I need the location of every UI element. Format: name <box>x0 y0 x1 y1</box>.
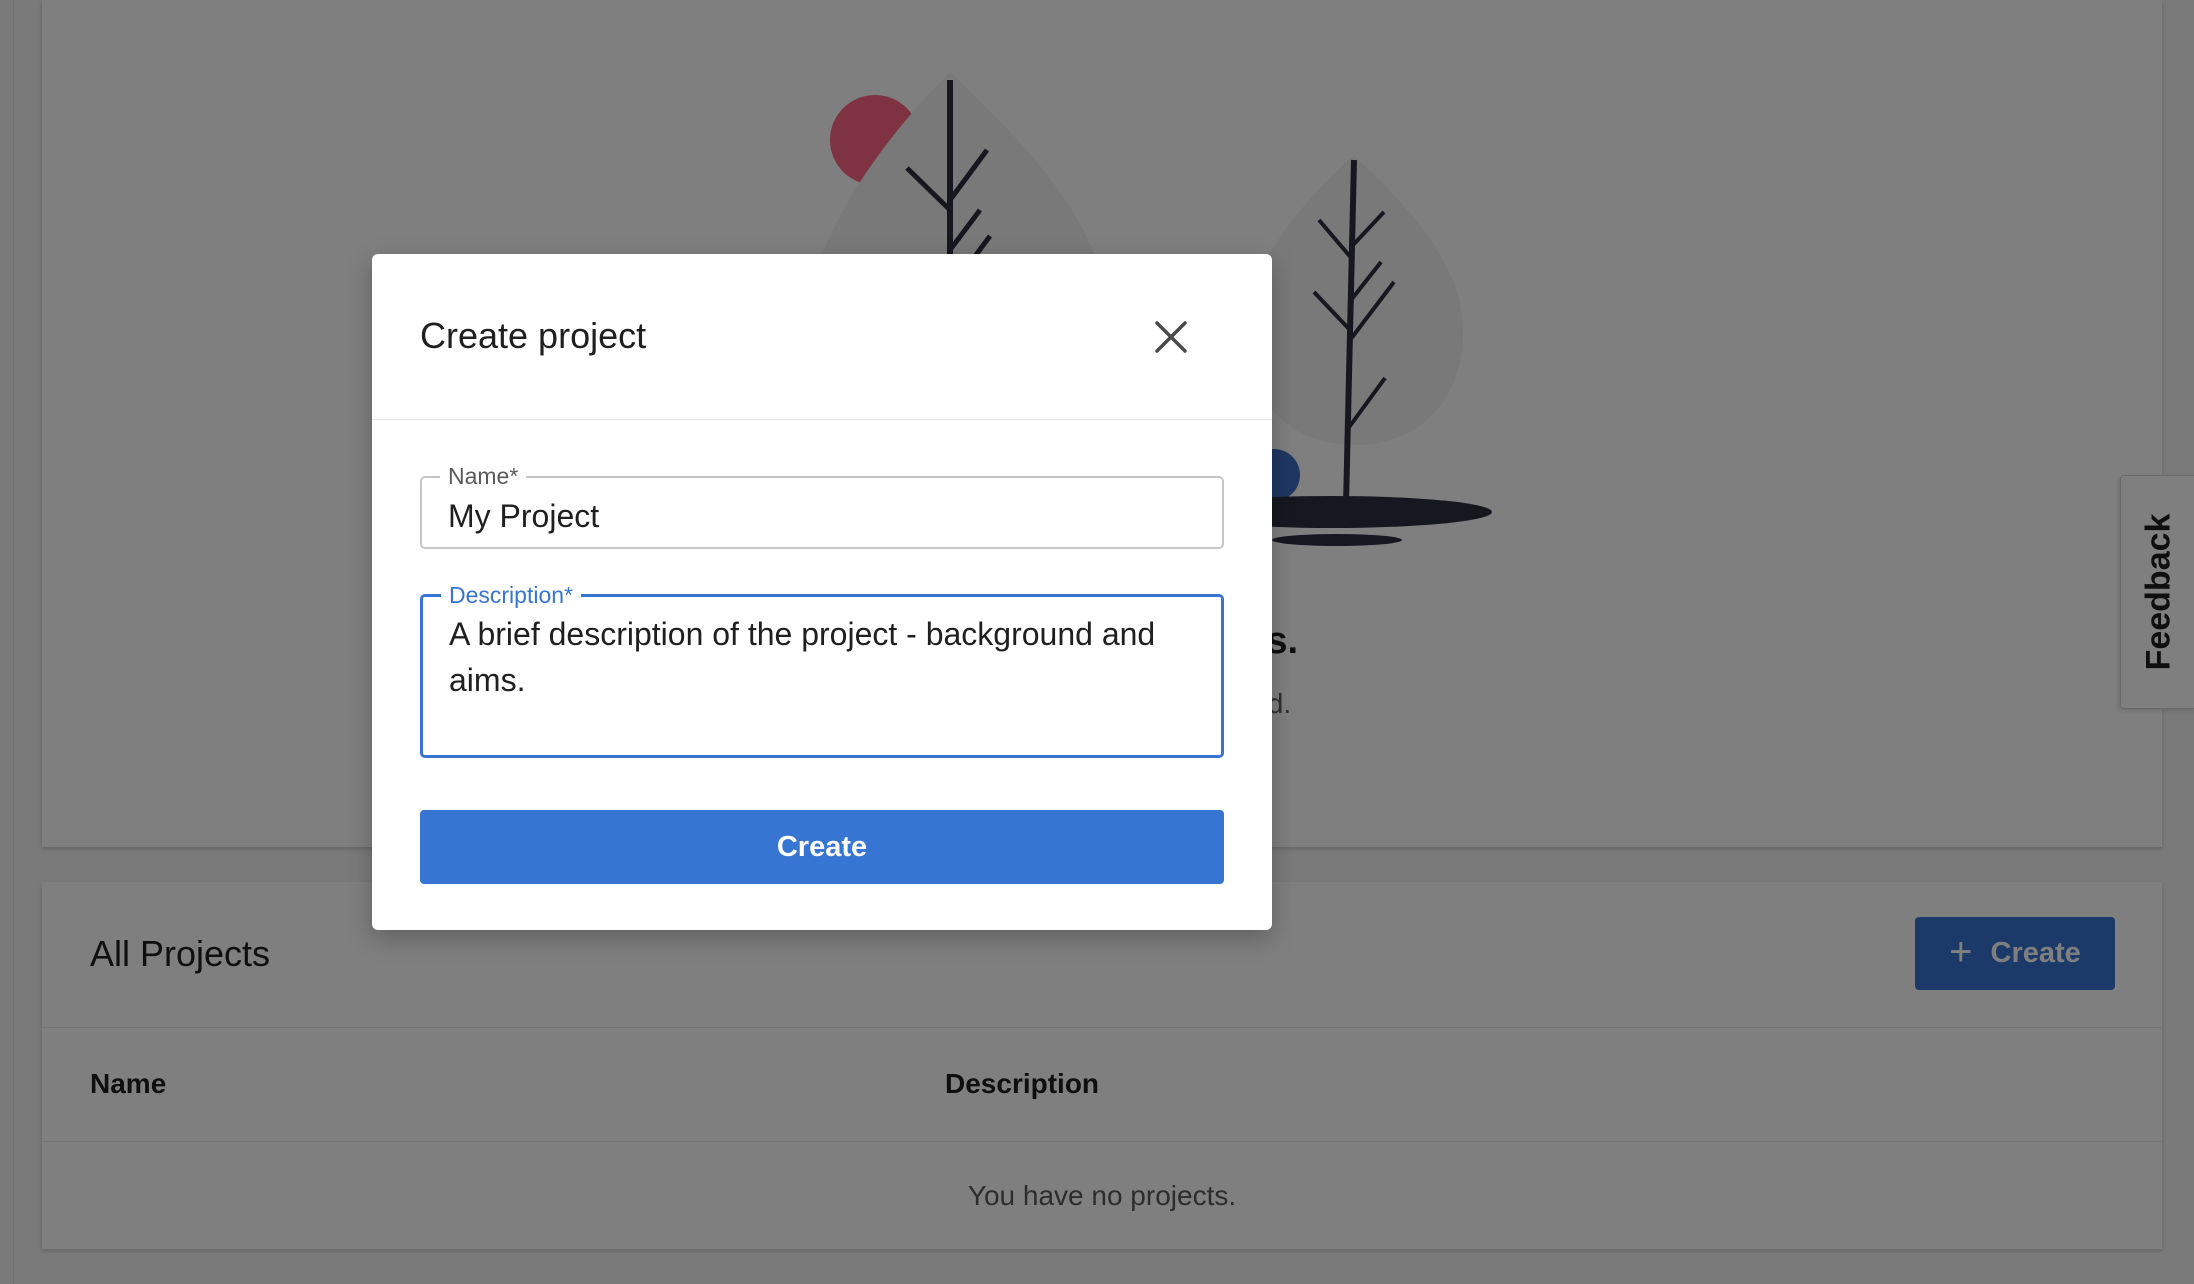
dialog-title: Create project <box>420 315 647 356</box>
description-input[interactable]: A brief description of the project - bac… <box>449 611 1195 741</box>
description-field-label: Description* <box>449 582 573 608</box>
description-field: Description* A brief description of the … <box>420 584 1224 758</box>
close-icon <box>1155 321 1187 353</box>
dialog-header: Create project <box>372 254 1272 420</box>
close-button[interactable] <box>1150 316 1192 358</box>
name-input[interactable] <box>448 494 1196 538</box>
name-field-label: Name* <box>448 463 519 489</box>
name-field: Name* <box>420 465 1224 549</box>
submit-create-button[interactable]: Create <box>420 810 1224 884</box>
create-project-dialog: Create project Name* Description* A brie… <box>372 254 1272 930</box>
